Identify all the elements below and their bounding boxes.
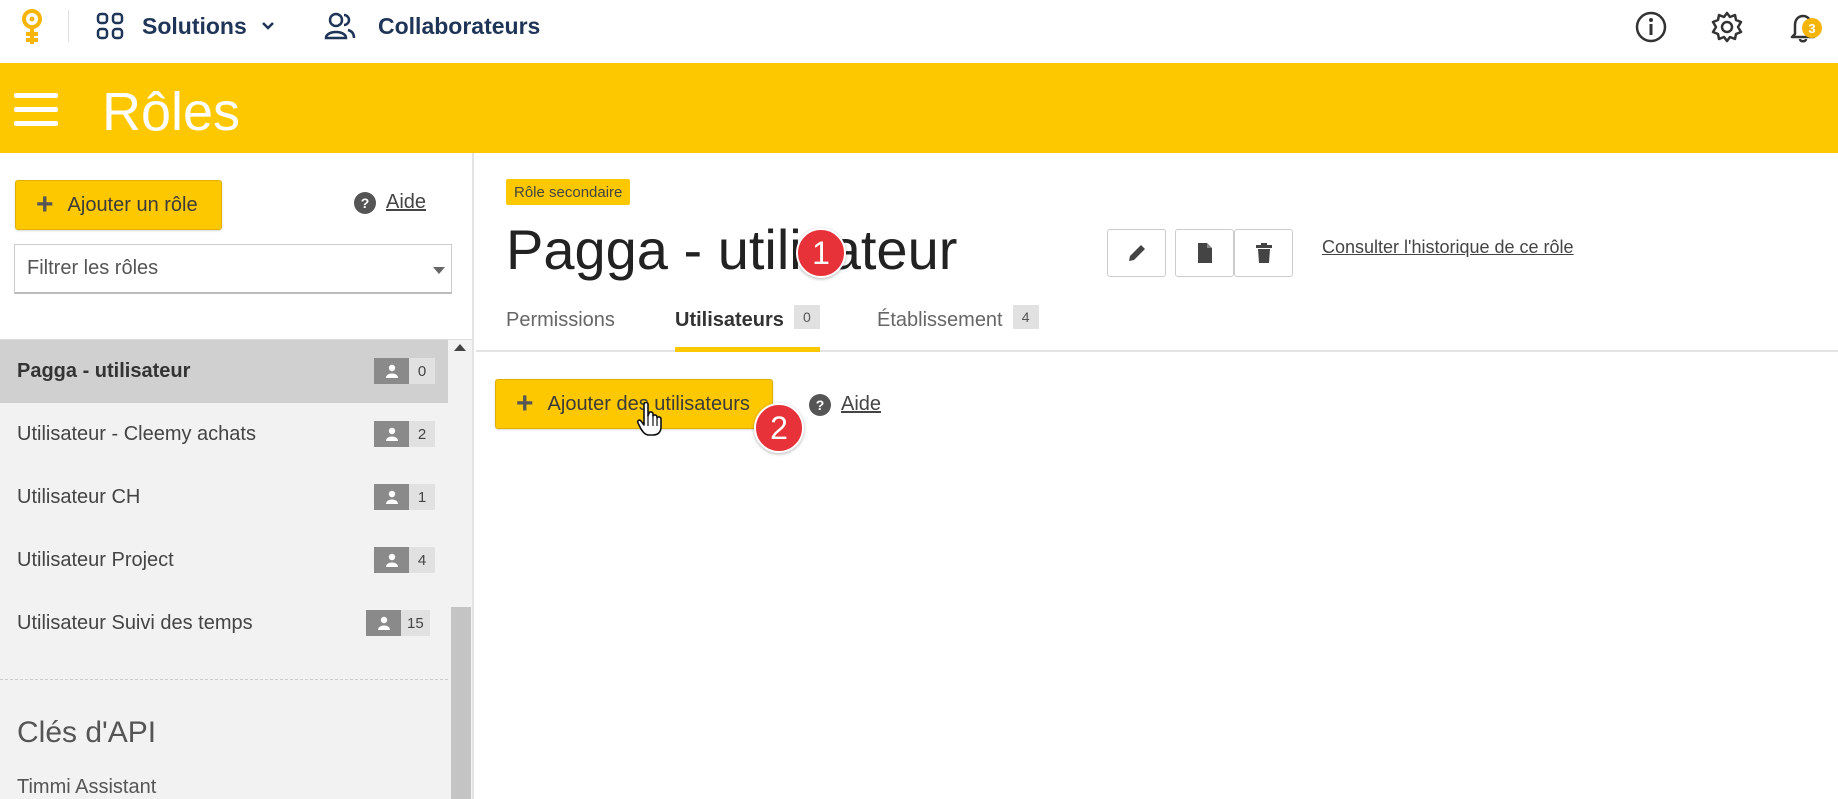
section-divider xyxy=(0,679,448,680)
filter-placeholder: Filtrer les rôles xyxy=(27,257,159,279)
pencil-icon xyxy=(1128,245,1145,261)
collaborateurs-label: Collaborateurs xyxy=(378,12,541,39)
scroll-up-arrow-icon[interactable] xyxy=(454,344,466,351)
tab-label: Permissions xyxy=(506,309,615,331)
chevron-down-icon xyxy=(261,22,274,30)
role-title: Pagga - utilisateur xyxy=(506,218,958,281)
tab-label: Utilisateurs xyxy=(675,309,784,331)
user-icon xyxy=(374,421,409,447)
role-user-count: 0 xyxy=(374,358,435,384)
step-marker-1: 1 xyxy=(796,228,846,278)
tab-count: 4 xyxy=(1012,305,1039,329)
role-item-utilisateur-project[interactable]: Utilisateur Project 4 xyxy=(0,529,448,592)
role-detail-panel: Rôle secondaire Pagga - utilisateur Cons… xyxy=(476,153,1838,799)
role-item-utilisateur-ch[interactable]: Utilisateur CH 1 xyxy=(0,466,448,529)
solutions-label: Solutions xyxy=(142,12,247,39)
role-name: Utilisateur - Cleemy achats xyxy=(17,423,256,445)
sidebar-help-link[interactable]: ? Aide xyxy=(354,191,426,214)
role-count-value: 15 xyxy=(401,610,430,636)
plus-icon: + xyxy=(36,188,54,221)
role-name: Pagga - utilisateur xyxy=(17,360,191,382)
role-name: Utilisateur Project xyxy=(17,549,174,571)
sidebar-help-label: Aide xyxy=(386,191,427,213)
users-icon xyxy=(324,12,356,40)
role-user-count: 1 xyxy=(374,484,435,510)
role-user-count: 4 xyxy=(374,547,435,573)
filter-roles-input[interactable]: Filtrer les rôles xyxy=(14,244,452,294)
help-icon: ? xyxy=(354,191,376,214)
tab-count: 0 xyxy=(793,305,820,329)
tab-etablissement[interactable]: Établissement 4 xyxy=(877,305,1039,352)
user-icon xyxy=(374,484,409,510)
role-user-count: 2 xyxy=(374,421,435,447)
role-count-value: 0 xyxy=(409,358,435,384)
role-item-cleemy-achats[interactable]: Utilisateur - Cleemy achats 2 xyxy=(0,403,448,466)
role-list: Pagga - utilisateur 0 Utilisateur - Clee… xyxy=(0,339,472,799)
role-type-tag: Rôle secondaire xyxy=(506,179,631,205)
tab-permissions[interactable]: Permissions xyxy=(506,309,615,352)
role-history-link[interactable]: Consulter l'historique de ce rôle xyxy=(1322,237,1574,258)
roles-sidebar: + Ajouter un rôle ? Aide Filtrer les rôl… xyxy=(0,153,474,799)
step-marker-2: 2 xyxy=(754,403,804,453)
tab-utilisateurs[interactable]: Utilisateurs 0 xyxy=(675,305,820,352)
main-help-label: Aide xyxy=(841,393,882,415)
main-help-link[interactable]: ? Aide xyxy=(809,393,881,416)
hand-cursor-icon xyxy=(636,402,662,436)
document-icon xyxy=(1197,243,1212,263)
user-icon xyxy=(374,358,409,384)
role-tabs: Permissions Utilisateurs 0 Établissement… xyxy=(476,295,1838,352)
add-role-button[interactable]: + Ajouter un rôle xyxy=(15,180,222,230)
user-icon xyxy=(366,610,401,636)
role-count-value: 4 xyxy=(409,547,435,573)
help-icon: ? xyxy=(809,393,831,416)
role-name: Utilisateur Suivi des temps xyxy=(17,612,253,634)
notification-badge: 3 xyxy=(1802,18,1822,38)
add-users-button[interactable]: + Ajouter des utilisateurs xyxy=(495,379,773,429)
role-item-pagga-utilisateur[interactable]: Pagga - utilisateur 0 xyxy=(0,340,448,403)
gear-icon[interactable] xyxy=(1710,10,1744,44)
role-name: Utilisateur CH xyxy=(17,486,141,508)
topbar-divider xyxy=(68,10,69,42)
api-keys-section-title: Clés d'API xyxy=(17,716,157,749)
role-count-value: 1 xyxy=(409,484,435,510)
page-header: Rôles xyxy=(0,63,1838,153)
logo-icon[interactable] xyxy=(16,8,48,48)
role-item-suivi-des-temps[interactable]: Utilisateur Suivi des temps 15 xyxy=(0,592,448,655)
collaborateurs-link[interactable]: Collaborateurs xyxy=(324,8,540,44)
dropdown-caret-icon xyxy=(433,267,445,274)
top-navigation-bar: Solutions Collaborateurs 3 xyxy=(0,0,1838,63)
user-icon xyxy=(374,547,409,573)
plus-icon: + xyxy=(516,387,534,420)
solutions-menu[interactable]: Solutions xyxy=(96,8,275,44)
menu-icon[interactable] xyxy=(14,93,58,127)
role-count-value: 2 xyxy=(409,421,435,447)
tab-label: Établissement xyxy=(877,309,1003,331)
role-user-count: 15 xyxy=(366,610,430,636)
page-title: Rôles xyxy=(102,82,241,142)
scrollbar-thumb[interactable] xyxy=(451,607,471,799)
add-role-label: Ajouter un rôle xyxy=(67,193,198,216)
grid-icon xyxy=(96,12,124,40)
trash-icon xyxy=(1255,243,1272,263)
copy-role-button[interactable] xyxy=(1175,229,1234,277)
api-key-item-partial[interactable]: Timmi Assistant xyxy=(17,776,156,799)
info-icon[interactable] xyxy=(1634,10,1668,44)
delete-role-button[interactable] xyxy=(1234,229,1293,277)
edit-role-button[interactable] xyxy=(1107,229,1166,277)
